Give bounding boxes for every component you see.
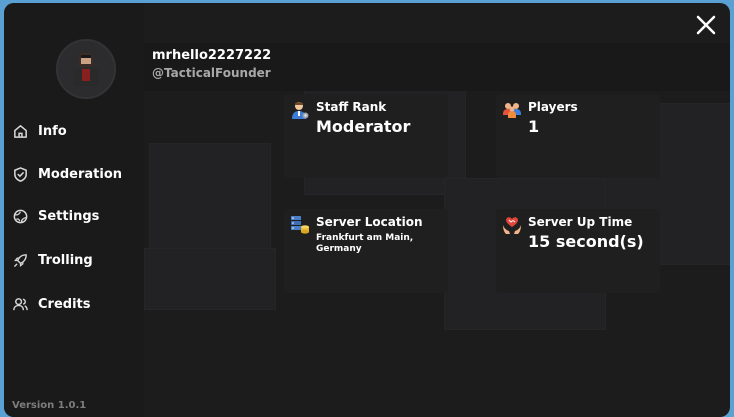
heart-hands-icon <box>503 217 521 234</box>
staff-person-icon <box>292 102 309 119</box>
staff-rank-card: Staff Rank Moderator <box>284 94 448 178</box>
background-block <box>144 248 276 310</box>
version-label: Version 1.0.1 <box>12 400 87 411</box>
sidebar-item-label: Moderation <box>38 166 123 182</box>
username: mrhello2227222 <box>152 48 272 63</box>
sidebar-item-label: Settings <box>38 208 100 224</box>
server-uptime-card: Server Up Time 15 second(s) <box>496 209 660 293</box>
rocket-icon <box>14 253 27 267</box>
avatar-figure-icon <box>73 53 99 86</box>
card-title: Players <box>528 100 578 114</box>
players-icon <box>503 103 521 118</box>
users-icon <box>13 297 28 310</box>
card-title: Staff Rank <box>316 100 387 114</box>
close-icon <box>696 15 716 35</box>
globe-icon <box>13 209 28 223</box>
server-location-card: Server Location Frankfurt am Main, Germa… <box>284 209 448 293</box>
sidebar-item-moderation[interactable]: Moderation <box>12 161 122 187</box>
sidebar-item-trolling[interactable]: Trolling <box>12 247 93 273</box>
user-handle: @TacticalFounder <box>152 66 271 80</box>
close-button[interactable] <box>692 11 720 39</box>
card-value: Moderator <box>316 117 411 136</box>
sidebar-item-info[interactable]: Info <box>12 118 67 144</box>
sidebar-item-label: Info <box>38 123 67 139</box>
players-card: Players 1 <box>496 94 660 178</box>
card-title: Server Location <box>316 215 423 229</box>
home-icon <box>14 124 27 138</box>
sidebar-item-credits[interactable]: Credits <box>12 291 90 317</box>
card-value: Frankfurt am Main, Germany <box>316 233 414 254</box>
sidebar-item-label: Trolling <box>38 252 93 268</box>
admin-panel-window: mrhello2227222 @TacticalFounder Info Mod… <box>4 3 730 417</box>
server-coins-icon <box>291 216 309 234</box>
card-value: 1 <box>528 117 540 136</box>
sidebar-item-label: Credits <box>38 296 91 312</box>
avatar <box>56 39 116 99</box>
shield-icon <box>14 166 27 182</box>
card-title: Server Up Time <box>528 215 633 229</box>
sidebar-item-settings[interactable]: Settings <box>12 203 99 229</box>
card-value: 15 second(s) <box>528 232 644 251</box>
